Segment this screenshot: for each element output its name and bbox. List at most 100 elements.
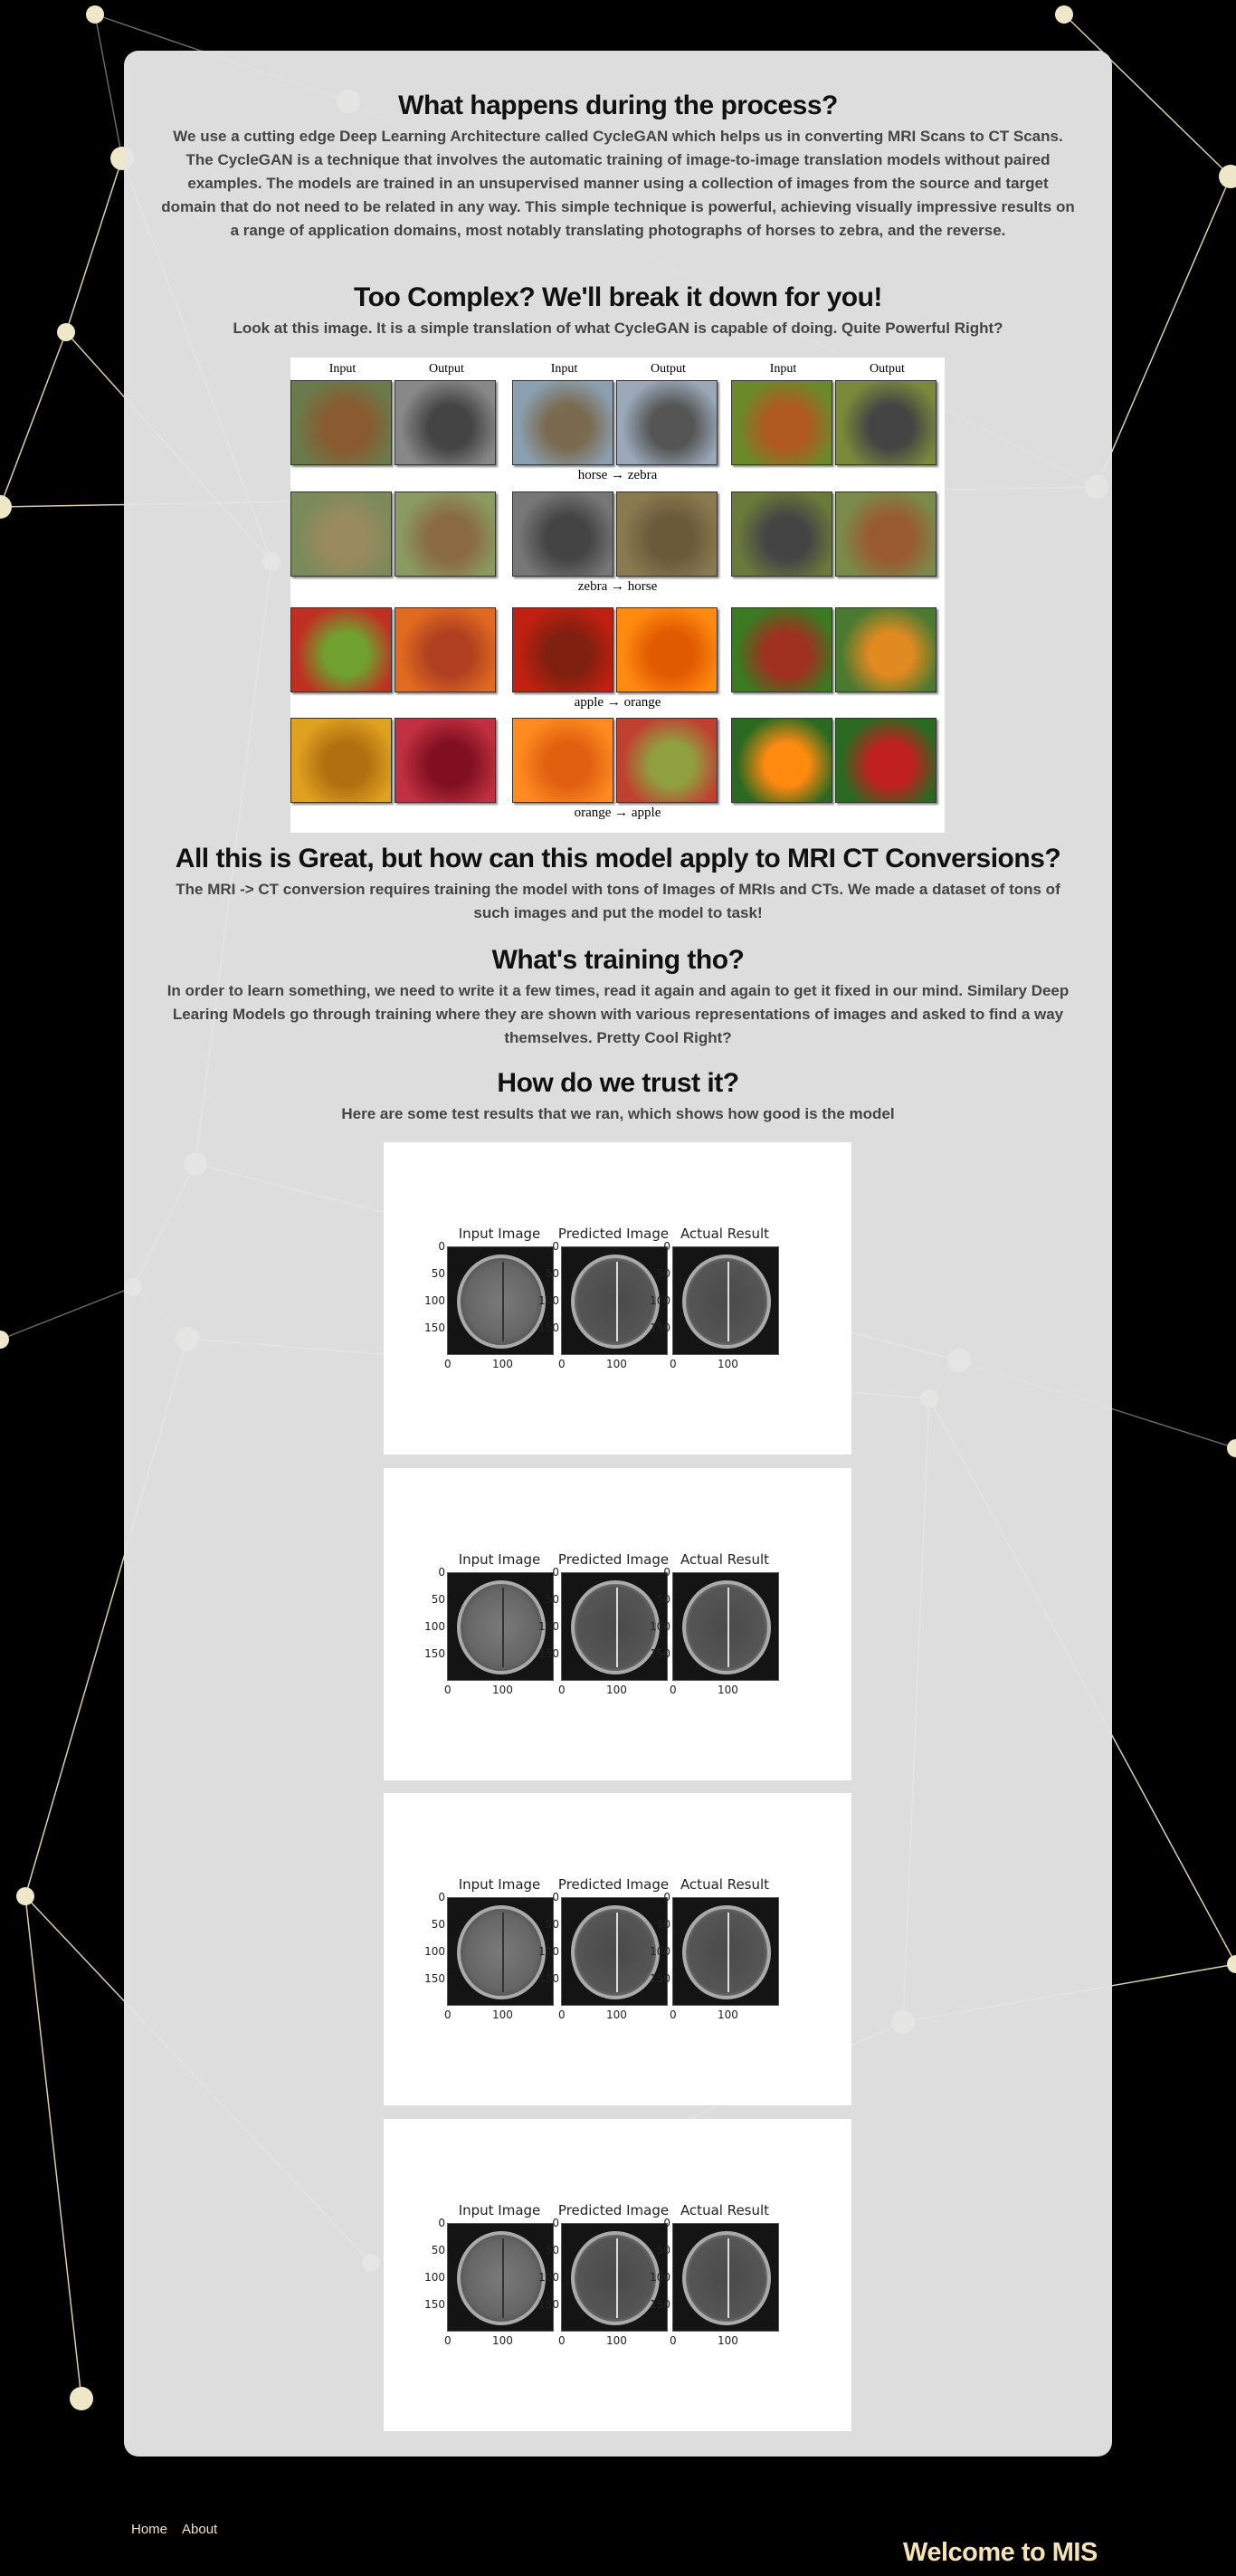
y-tick-label: 150 (424, 1972, 445, 1985)
y-tick-label: 50 (431, 2244, 445, 2256)
y-tick-label: 100 (424, 1945, 445, 1958)
network-line (1096, 176, 1231, 488)
input-label: Input (328, 362, 357, 376)
x-tick-label: 100 (492, 2334, 513, 2347)
network-line (24, 1895, 82, 2399)
network-node (1055, 5, 1073, 24)
brain-slice (682, 2231, 771, 2325)
network-line (0, 1286, 134, 1340)
y-tick-label: 150 (538, 2298, 559, 2311)
y-tick-label: 150 (538, 1972, 559, 1985)
y-tick-label: 100 (538, 1945, 559, 1958)
x-tick-label: 100 (492, 2008, 513, 2021)
subplot-title: Actual Result (680, 1226, 770, 1242)
network-node (1227, 1955, 1236, 1973)
x-tick-label: 100 (606, 1358, 627, 1370)
input-photo (512, 607, 613, 692)
x-tick-label: 0 (444, 1358, 452, 1370)
y-tick-label: 0 (552, 1891, 559, 1903)
network-node (16, 1887, 34, 1905)
section-heading: Too Complex? We'll break it down for you… (354, 282, 882, 312)
y-tick-label: 50 (656, 1267, 670, 1280)
network-node (57, 323, 75, 341)
x-tick-label: 0 (558, 1684, 566, 1696)
y-tick-label: 150 (538, 1647, 559, 1660)
y-tick-label: 50 (656, 2244, 670, 2256)
network-node (86, 5, 104, 24)
y-tick-label: 0 (438, 1891, 445, 1903)
test-result-figure: Input Image 0 50 100 150 0 100 Predicted Image 0… (384, 1793, 851, 2105)
y-tick-label: 0 (663, 2217, 670, 2229)
y-tick-label: 0 (663, 1240, 670, 1253)
y-tick-label: 100 (538, 1620, 559, 1633)
y-tick-label: 0 (438, 1566, 445, 1579)
section-heading: What's training tho? (491, 945, 745, 975)
mri-scan-image (672, 1572, 779, 1681)
x-tick-label: 0 (558, 2334, 566, 2347)
y-tick-label: 0 (552, 1566, 559, 1579)
section-text: We use a cutting edge Deep Learning Arch… (161, 128, 1075, 239)
input-photo (290, 718, 392, 803)
input-label: Input (769, 362, 797, 376)
translation-caption: orange → apple (574, 806, 661, 820)
footer-link-home[interactable]: Home (131, 2522, 167, 2537)
translation-caption: horse → zebra (577, 468, 658, 482)
y-tick-label: 50 (545, 1267, 559, 1280)
output-photo (616, 491, 718, 577)
y-tick-label: 50 (545, 1593, 559, 1606)
y-tick-label: 0 (552, 2217, 559, 2229)
test-result-figure: Input Image 0 50 100 150 0 100 Predicted Image 0… (384, 1468, 851, 1780)
output-photo (395, 380, 496, 465)
section-process: What happens during the process? We use … (124, 91, 1112, 243)
section-text: In order to learn something, we need to … (166, 982, 1070, 1046)
section-heading: All this is Great, but how can this mode… (175, 844, 1061, 873)
x-tick-label: 0 (558, 1358, 566, 1370)
y-tick-label: 150 (424, 1647, 445, 1660)
x-tick-label: 0 (670, 1358, 677, 1370)
output-label: Output (429, 362, 464, 376)
network-line (65, 157, 123, 333)
section-heading: What happens during the process? (398, 91, 838, 120)
section-training: What's training tho? In order to learn s… (124, 945, 1112, 1050)
y-tick-label: 50 (545, 1918, 559, 1931)
translation-caption: apple → orange (574, 695, 661, 710)
x-tick-label: 0 (444, 1684, 452, 1696)
translation-caption: zebra → horse (577, 579, 658, 594)
section-mri-ct: All this is Great, but how can this mode… (124, 844, 1112, 925)
section-text: The MRI -> CT conversion requires traini… (176, 881, 1060, 921)
y-tick-label: 0 (552, 1240, 559, 1253)
section-text: Here are some test results that we ran, … (341, 1105, 895, 1122)
input-photo (290, 491, 392, 577)
x-tick-label: 100 (606, 2334, 627, 2347)
output-label: Output (870, 362, 905, 376)
y-tick-label: 0 (663, 1566, 670, 1579)
output-label: Output (651, 362, 686, 376)
y-tick-label: 100 (650, 1294, 670, 1307)
input-photo (731, 718, 832, 803)
input-photo (731, 491, 832, 577)
x-tick-label: 0 (558, 2008, 566, 2021)
y-tick-label: 150 (650, 2298, 670, 2311)
x-tick-label: 100 (718, 2334, 738, 2347)
y-tick-label: 50 (656, 1918, 670, 1931)
output-photo (616, 718, 718, 803)
network-node (0, 495, 12, 519)
test-result-figure: Input Image 0 50 100 150 0 100 Predicted Image 0… (384, 1142, 851, 1455)
input-photo (512, 491, 613, 577)
output-photo (835, 491, 937, 577)
content-card: What happens during the process? We use … (124, 51, 1112, 2457)
network-node (70, 2387, 93, 2410)
output-photo (616, 607, 718, 692)
cyclegan-example-figure: Input Output Input Output Input Output horse →… (290, 358, 945, 833)
subplot-title: Actual Result (680, 2202, 770, 2218)
footer-link-about[interactable]: About (182, 2522, 217, 2537)
x-tick-label: 0 (444, 2008, 452, 2021)
input-photo (290, 380, 392, 465)
section-trust: How do we trust it? Here are some test r… (124, 1068, 1112, 1126)
network-line (0, 331, 67, 508)
y-tick-label: 100 (538, 2271, 559, 2284)
mri-scan-image (672, 1246, 779, 1355)
y-tick-label: 50 (431, 1267, 445, 1280)
brain-slice (682, 1255, 771, 1349)
y-tick-label: 100 (424, 1620, 445, 1633)
